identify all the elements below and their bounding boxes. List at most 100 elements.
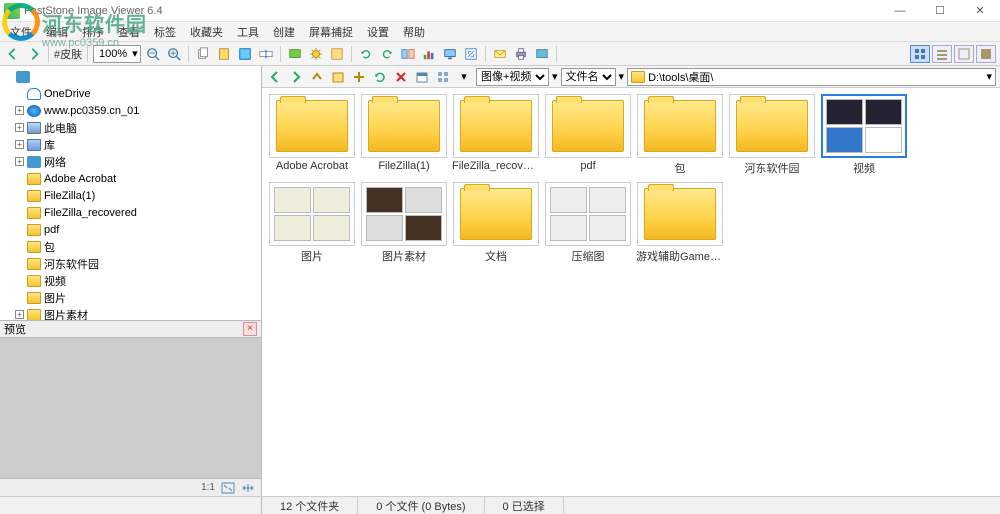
tree-item[interactable] (4, 68, 261, 85)
thumbnail-item[interactable]: 视频 (820, 94, 908, 176)
tree-item[interactable]: +www.pc0359.cn_01 (4, 102, 261, 119)
menu-create[interactable]: 创建 (267, 22, 301, 42)
tree-item[interactable]: +库 (4, 136, 261, 153)
tree-item[interactable]: pdf (4, 221, 261, 238)
screen-icon[interactable] (441, 45, 459, 63)
expand-icon[interactable] (241, 482, 255, 494)
preview-close-button[interactable]: × (243, 322, 257, 336)
preview-ratio: 1:1 (201, 482, 215, 493)
expand-toggle[interactable]: + (15, 106, 24, 115)
menu-favorites[interactable]: 收藏夹 (184, 22, 229, 42)
preview-title: 预览 (4, 321, 26, 337)
minimize-button[interactable]: — (880, 0, 920, 22)
back-button[interactable] (4, 45, 22, 63)
zoom-out-icon[interactable] (144, 45, 162, 63)
menu-tags[interactable]: 标签 (148, 22, 182, 42)
zoom-control[interactable]: ▾ (93, 45, 141, 63)
tree-item[interactable]: +图片素材 (4, 306, 261, 320)
email-icon[interactable] (491, 45, 509, 63)
history-button[interactable] (329, 68, 347, 86)
tree-item[interactable]: +网络 (4, 153, 261, 170)
menu-edit[interactable]: 编辑 (40, 22, 74, 42)
tree-item[interactable]: Adobe Acrobat (4, 170, 261, 187)
menu-tools[interactable]: 工具 (231, 22, 265, 42)
menu-file[interactable]: 文件 (4, 22, 38, 42)
thumbnail-item[interactable]: pdf (544, 94, 632, 176)
thumbnail-item[interactable]: 游戏辅助GameOfM... (636, 182, 724, 264)
slideshow-icon[interactable] (286, 45, 304, 63)
thumbnail-item[interactable]: Adobe Acrobat (268, 94, 356, 176)
tree-label: 包 (44, 239, 55, 255)
sort-select[interactable]: 文件名 (561, 68, 616, 86)
thumbnail-item[interactable]: 图片 (268, 182, 356, 264)
expand-toggle[interactable]: + (15, 310, 24, 319)
tree-item[interactable]: 视频 (4, 272, 261, 289)
fav-button[interactable] (350, 68, 368, 86)
resize-icon[interactable] (462, 45, 480, 63)
zoom-input[interactable] (96, 48, 130, 60)
tree-item[interactable]: FileZilla_recovered (4, 204, 261, 221)
path-input[interactable]: D:\tools\桌面\ ▾ (627, 68, 996, 86)
rename-icon[interactable] (257, 45, 275, 63)
nav-fwd-button[interactable] (287, 68, 305, 86)
rotate-right-icon[interactable] (378, 45, 396, 63)
paste-icon[interactable] (215, 45, 233, 63)
calendar-button[interactable] (413, 68, 431, 86)
path-dropdown-icon[interactable]: ▾ (986, 70, 992, 83)
view-list-button[interactable] (932, 45, 952, 63)
thumbnail-area[interactable]: Adobe AcrobatFileZilla(1)FileZilla_recov… (262, 88, 1000, 496)
menu-view[interactable]: 查看 (112, 22, 146, 42)
thumbnail-item[interactable]: 包 (636, 94, 724, 176)
menu-settings[interactable]: 设置 (361, 22, 395, 42)
expand-toggle[interactable]: + (15, 140, 24, 149)
thumbnail-item[interactable]: 图片素材 (360, 182, 448, 264)
convert-icon[interactable] (236, 45, 254, 63)
tree-item[interactable]: OneDrive (4, 85, 261, 102)
settings-icon[interactable] (307, 45, 325, 63)
zoom-dropdown-icon[interactable]: ▾ (132, 47, 138, 60)
filter-type-select[interactable]: 图像+视频 (476, 68, 549, 86)
folder-icon (460, 100, 532, 152)
zoom-in-icon[interactable] (165, 45, 183, 63)
tree-item[interactable]: +此电脑 (4, 119, 261, 136)
copy-icon[interactable] (194, 45, 212, 63)
delete-button[interactable] (392, 68, 410, 86)
compare-icon[interactable] (399, 45, 417, 63)
view-details-button[interactable] (954, 45, 974, 63)
wallpaper-icon[interactable] (533, 45, 551, 63)
forward-button[interactable] (25, 45, 43, 63)
menu-capture[interactable]: 屏幕捕捉 (303, 22, 359, 42)
tree-item[interactable]: 图片 (4, 289, 261, 306)
app-icon (4, 3, 20, 19)
thumbnail-item[interactable]: 河东软件园 (728, 94, 816, 176)
folder-tree[interactable]: OneDrive+www.pc0359.cn_01+此电脑+库+网络Adobe … (0, 66, 261, 320)
thumbnail-item[interactable]: FileZilla_recovered (452, 94, 540, 176)
refresh-button[interactable] (371, 68, 389, 86)
print-icon[interactable] (512, 45, 530, 63)
thumbnail-item[interactable]: FileZilla(1) (360, 94, 448, 176)
thumbnail-item[interactable]: 压缩图 (544, 182, 632, 264)
tool-icon[interactable] (328, 45, 346, 63)
tree-item[interactable]: 包 (4, 238, 261, 255)
rotate-left-icon[interactable] (357, 45, 375, 63)
tree-item[interactable]: 河东软件园 (4, 255, 261, 272)
close-button[interactable]: ✕ (960, 0, 1000, 22)
fit-icon[interactable] (221, 482, 235, 494)
view-fullscreen-button[interactable] (976, 45, 996, 63)
expand-toggle[interactable]: + (15, 123, 24, 132)
maximize-button[interactable]: ☐ (920, 0, 960, 22)
view-thumbnails-button[interactable] (910, 45, 930, 63)
menu-sort[interactable]: 排序 (76, 22, 110, 42)
nav-back-button[interactable] (266, 68, 284, 86)
thumbnail-item[interactable]: 文档 (452, 182, 540, 264)
filter-drop-button[interactable]: ▾ (455, 68, 473, 86)
grid-button[interactable] (434, 68, 452, 86)
status-files: 0 个文件 (0 Bytes) (358, 497, 484, 514)
tree-label: pdf (44, 224, 59, 236)
tree-item[interactable]: FileZilla(1) (4, 187, 261, 204)
chart-icon[interactable] (420, 45, 438, 63)
skin-label[interactable]: #皮肤 (54, 46, 82, 62)
menu-help[interactable]: 帮助 (397, 22, 431, 42)
expand-toggle[interactable]: + (15, 157, 24, 166)
nav-up-button[interactable] (308, 68, 326, 86)
